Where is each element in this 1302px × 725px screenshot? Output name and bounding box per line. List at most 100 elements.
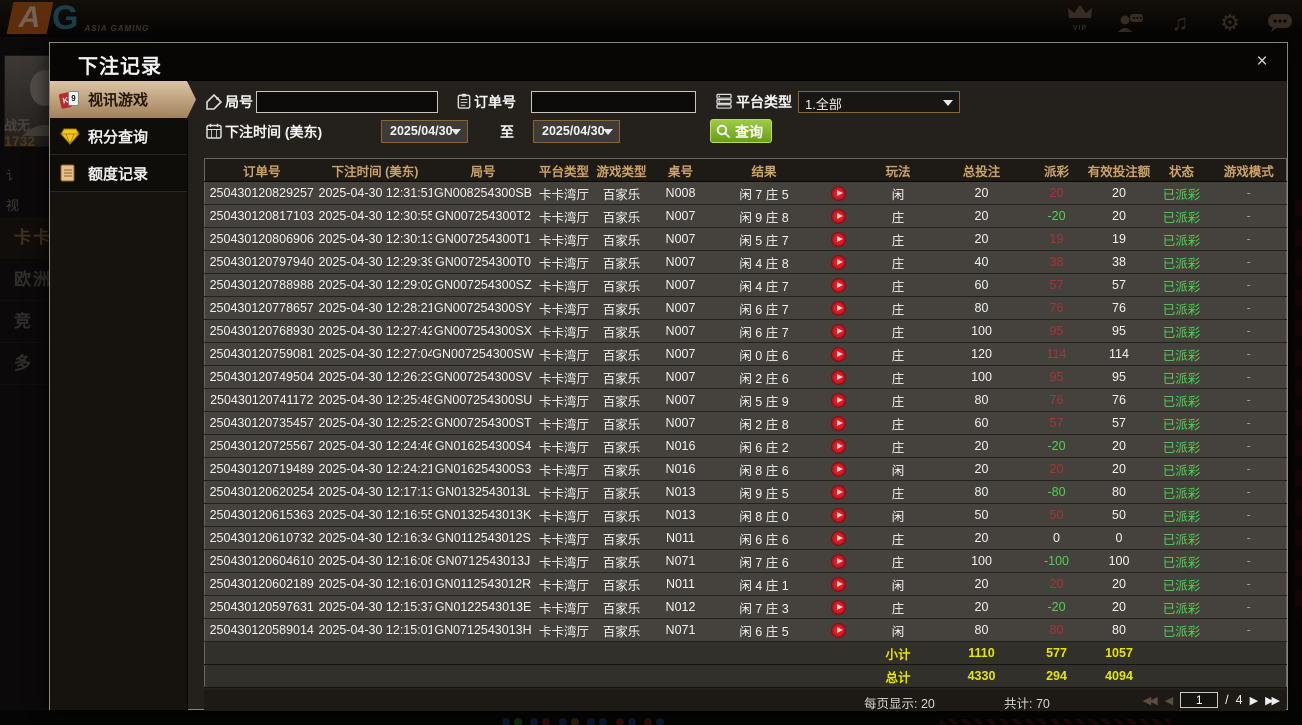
platform-type-select[interactable]: 1.全部 [798,91,960,113]
totals-total-bet: 1110 [936,641,1027,665]
status-cell: 已派彩 [1151,319,1212,343]
table-no-cell: N071 [649,549,712,573]
date-from-picker[interactable]: 2025/04/30 [381,120,468,143]
bet-time-cell: 2025-04-30 12:17:13 [318,480,432,504]
replay-button[interactable] [830,254,846,270]
column-header [816,158,860,182]
bet-on-cell: 庄 [859,319,937,343]
bet-time-cell: 2025-04-30 12:30:13 [318,227,432,251]
date-to-picker[interactable]: 2025/04/30 [533,120,620,143]
last-page-button[interactable]: ▶▶ [1265,694,1280,707]
game-id-cell: GN016254300S3 [431,457,535,481]
search-button-label: 查询 [735,123,763,140]
table-no-cell: N013 [649,480,712,504]
replay-button[interactable] [830,622,846,638]
platform-cell: 卡卡湾厅 [534,365,594,389]
replay-button[interactable] [830,208,846,224]
replay-button[interactable] [830,553,846,569]
table-row: 250430120615363 2025-04-30 12:16:55 GN0132… [204,503,1287,527]
game-id-cell: GN007254300T2 [431,204,535,228]
bet-on-cell: 庄 [859,480,937,504]
bet-on-cell: 闲 [859,181,937,205]
tab-quota-records[interactable]: 额度记录 [50,155,187,192]
payout-cell: 57 [1026,411,1087,435]
game-id-cell: GN007254300T1 [431,227,535,251]
total-bet-cell: 20 [936,457,1027,481]
total-bet-cell: 20 [936,227,1027,251]
replay-button[interactable] [830,185,846,201]
first-page-button[interactable]: ◀◀ [1143,694,1158,707]
replay-button[interactable] [830,484,846,500]
table-row: 250430120620254 2025-04-30 12:17:13 GN0132… [204,480,1287,504]
column-header: 桌号 [649,158,712,182]
tab-points-query[interactable]: 积分查询 [50,118,187,155]
total-bet-cell: 20 [936,181,1027,205]
replay-cell [816,273,860,297]
game-no-input[interactable] [256,91,438,113]
bet-time-cell: 2025-04-30 12:30:55 [318,204,432,228]
game-mode-cell: - [1211,411,1287,435]
replay-button[interactable] [830,576,846,592]
replay-cell [816,227,860,251]
column-header: 状态 [1151,158,1212,182]
replay-button[interactable] [830,346,846,362]
replay-button[interactable] [830,530,846,546]
bet-on-cell: 庄 [859,526,937,550]
valid-bet-cell: 80 [1086,480,1152,504]
order-id-cell: 250430120597631 [204,595,319,619]
valid-bet-cell: 95 [1086,365,1152,389]
replay-button[interactable] [830,323,846,339]
replay-button[interactable] [830,392,846,408]
valid-bet-cell: 76 [1086,388,1152,412]
bet-time-cell: 2025-04-30 12:25:48 [318,388,432,412]
replay-button[interactable] [830,415,846,431]
game-type-cell: 百家乐 [593,595,650,619]
tab-video-games[interactable]: K9 视讯游戏 [50,81,196,118]
replay-button[interactable] [830,277,846,293]
payout-cell: -20 [1026,204,1087,228]
replay-button[interactable] [830,599,846,615]
valid-bet-cell: 76 [1086,296,1152,320]
game-mode-cell: - [1211,365,1287,389]
game-id-cell: GN0112543012S [431,526,535,550]
total-bet-cell: 100 [936,365,1027,389]
dialog-title: 下注记录 [78,56,162,78]
table-no-cell: N013 [649,503,712,527]
replay-button[interactable] [830,461,846,477]
close-icon[interactable]: × [1251,51,1273,73]
table-no-cell: N007 [649,411,712,435]
totals-total-bet: 4330 [936,664,1027,688]
bet-records-dialog: 下注记录 × K9 视讯游戏 积分查询 额度记录 局号 订单号 平台类型 1.全… [49,42,1288,711]
column-header: 游戏模式 [1211,158,1287,182]
replay-button[interactable] [830,507,846,523]
bet-records-table: 订单号 下注时间 (美东) 局号 平台类型 游戏类型 桌号 结果 玩法 总投注 派彩 有效投注额 状态… [204,158,1287,688]
replay-button[interactable] [830,231,846,247]
replay-button[interactable] [830,438,846,454]
platform-cell: 卡卡湾厅 [534,595,594,619]
total-bet-cell: 20 [936,572,1027,596]
replay-cell [816,503,860,527]
result-cell: 闲 4 庄 1 [711,572,817,596]
search-button[interactable]: 查询 [710,119,772,143]
column-header: 有效投注额 [1086,158,1152,182]
chevron-down-icon [603,129,613,135]
next-page-button[interactable]: ▶ [1250,694,1259,707]
valid-bet-cell: 80 [1086,618,1152,642]
totals-payout: 577 [1026,641,1087,665]
bet-time-cell: 2025-04-30 12:29:02 [318,273,432,297]
platform-cell: 卡卡湾厅 [534,503,594,527]
total-bet-cell: 50 [936,503,1027,527]
order-no-input[interactable] [531,91,696,113]
replay-button[interactable] [830,369,846,385]
game-mode-cell: - [1211,457,1287,481]
page-number-input[interactable] [1180,692,1219,708]
date-to-value: 2025/04/30 [542,124,605,138]
diamond-icon [60,127,80,145]
replay-button[interactable] [830,300,846,316]
payout-cell: -20 [1026,434,1087,458]
prev-page-button[interactable]: ◀ [1165,694,1174,707]
game-id-cell: GN0712543013H [431,618,535,642]
bet-time-cell: 2025-04-30 12:29:39 [318,250,432,274]
table-no-cell: N012 [649,595,712,619]
column-header: 总投注 [936,158,1027,182]
